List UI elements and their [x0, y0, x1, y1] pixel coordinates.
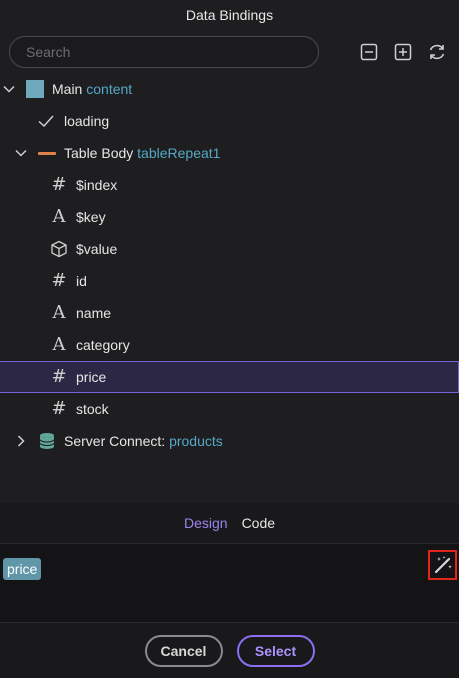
expression-editor[interactable]: price: [0, 543, 459, 623]
check-icon: [37, 112, 55, 130]
chevron-right-icon[interactable]: [14, 434, 28, 448]
chevron-down-icon[interactable]: [2, 82, 16, 96]
text-type-icon: A: [52, 206, 66, 227]
tree-label: name: [76, 305, 112, 321]
tree-accent-table-repeat: tableRepeat1: [137, 145, 221, 161]
cube-icon: [50, 240, 68, 258]
tree-label: stock: [76, 401, 109, 417]
page-icon: [26, 80, 44, 98]
minus-square-icon: [360, 43, 378, 61]
repeat-icon: [38, 144, 56, 162]
tab-code[interactable]: Code: [242, 515, 275, 531]
binding-tree: Main content loading Table Body tableRep…: [0, 73, 459, 503]
tree-node-name[interactable]: A name: [0, 297, 459, 329]
tree-node-id[interactable]: # id: [0, 265, 459, 297]
database-icon: [38, 432, 56, 450]
hash-icon: #: [51, 270, 67, 291]
tab-design[interactable]: Design: [184, 515, 228, 531]
search-row: [0, 34, 459, 72]
tree-label-main: Main: [52, 81, 83, 97]
magic-wand-icon: [434, 556, 452, 574]
cancel-button[interactable]: Cancel: [144, 634, 223, 667]
chevron-down-icon[interactable]: [14, 146, 28, 160]
select-button[interactable]: Select: [236, 634, 315, 667]
expression-token[interactable]: price: [3, 558, 42, 580]
tree-node-stock[interactable]: # stock: [0, 393, 459, 425]
text-type-icon: A: [52, 334, 66, 355]
tree-label: $value: [76, 241, 118, 257]
refresh-button[interactable]: [427, 42, 447, 62]
tree-accent-products: products: [169, 433, 223, 449]
hash-icon: #: [51, 366, 67, 387]
expression-panel: Design Code price Cancel Select: [0, 503, 459, 678]
tree-accent-content: content: [86, 81, 133, 97]
tree-label-loading: loading: [64, 113, 110, 129]
tree-label-table-body: Table Body: [64, 145, 134, 161]
tree-node-server-connect[interactable]: Server Connect: products: [0, 425, 459, 457]
tree-node-value[interactable]: $value: [0, 233, 459, 265]
tree-label: price: [76, 369, 107, 385]
magic-wand-button[interactable]: [428, 550, 457, 580]
plus-square-icon: [394, 43, 412, 61]
tree-label: $key: [76, 209, 106, 225]
tree-label-server-connect: Server Connect:: [64, 433, 166, 449]
expand-all-button[interactable]: [393, 42, 413, 62]
hash-icon: #: [51, 398, 67, 419]
tree-node-loading[interactable]: loading: [0, 105, 459, 137]
refresh-icon: [429, 44, 445, 60]
window-title: Data Bindings: [185, 7, 274, 23]
collapse-all-button[interactable]: [359, 42, 379, 62]
mode-tabs: Design Code: [0, 503, 459, 543]
tree-node-table-body[interactable]: Table Body tableRepeat1: [0, 137, 459, 169]
tree-node-main[interactable]: Main content: [0, 73, 459, 105]
search-input[interactable]: [9, 36, 319, 68]
tree-label: category: [76, 337, 130, 353]
tree-node-category[interactable]: A category: [0, 329, 459, 361]
tree-node-index[interactable]: # $index: [0, 169, 459, 201]
tree-label: id: [76, 273, 87, 289]
tree-label: $index: [76, 177, 118, 193]
hash-icon: #: [51, 174, 67, 195]
text-type-icon: A: [52, 302, 66, 323]
tree-node-key[interactable]: A $key: [0, 201, 459, 233]
tree-node-price[interactable]: # price: [0, 361, 459, 393]
dialog-footer: Cancel Select: [0, 623, 459, 678]
